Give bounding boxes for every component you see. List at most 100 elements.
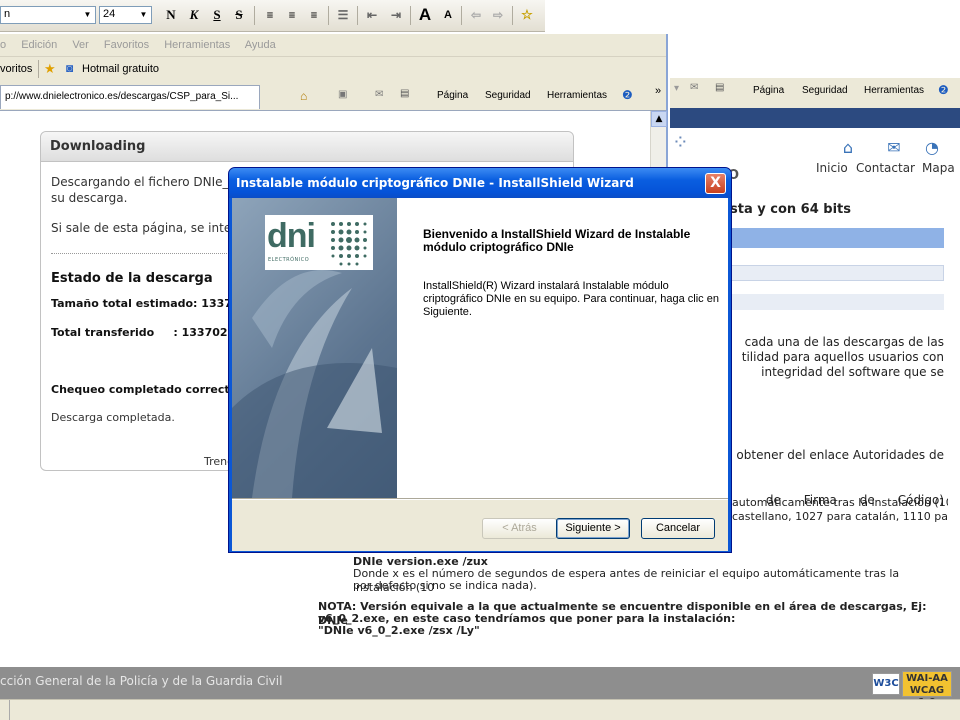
align-right-icon[interactable]: ≡ [304, 5, 324, 25]
tools-menu-right[interactable]: Herramientas [864, 85, 924, 96]
download-transferred: Total transferido : 1337023 [51, 326, 236, 339]
right-page-banner [670, 108, 960, 128]
star-icon[interactable]: ☆ [517, 5, 537, 25]
paragraph-2-line: obtener del enlace Autoridades de [736, 448, 944, 462]
dialog-content: Bienvenido a InstallShield Wizard de Ins… [397, 198, 728, 498]
dialog-separator [232, 498, 728, 500]
compass-icon[interactable]: ◔ [922, 138, 942, 157]
menu-item-tools[interactable]: Herramientas [164, 39, 230, 51]
download-line2: su descarga. [51, 191, 128, 205]
paragraph-3-line: automáticamente tras la instalación (10 [732, 496, 948, 509]
download-line3: Si sale de esta página, se inte [51, 221, 232, 235]
tab-url: p://www.dnielectronico.es/descargas/CSP_… [5, 91, 239, 102]
wai-aa-label: WAI-AA [906, 673, 948, 684]
print-icon[interactable]: ▤ [715, 82, 724, 93]
section-heading: sta y con 64 bits [730, 202, 851, 217]
add-favorite-star-icon[interactable]: ★ [44, 61, 56, 77]
menu-item-edit[interactable]: Edición [21, 39, 57, 51]
logo-text: dni [267, 217, 316, 255]
increase-indent-icon[interactable]: ⇥ [386, 5, 406, 25]
menu-item-favorites[interactable]: Favoritos [104, 39, 149, 51]
italic-button[interactable]: K [184, 5, 204, 25]
help-icon[interactable]: ❷ [938, 83, 949, 97]
grow-font-button[interactable]: A [415, 5, 435, 25]
cancel-button[interactable]: Cancelar [641, 518, 715, 539]
status-pane [0, 700, 10, 720]
welcome-heading: Bienvenido a InstallShield Wizard de Ins… [423, 227, 691, 254]
shrink-font-button[interactable]: A [438, 5, 458, 25]
toolbar-separator [38, 60, 39, 78]
note-line-3: "DNIe v6_0_2.exe /zsx /Ly" [318, 624, 480, 637]
font-size-value: 24 [103, 8, 116, 20]
download-line1: Descargando el fichero DNIe_V [51, 175, 237, 189]
mail-icon[interactable]: ✉ [690, 82, 698, 93]
chevron-down-icon[interactable]: ▼ [137, 8, 150, 22]
chevron-down-icon[interactable]: ▼ [81, 8, 94, 22]
paragraph-3: automáticamente tras la instalación (10 … [732, 496, 948, 524]
wai-aa-badge[interactable]: WAI-AA WCAG 1.0 [902, 671, 952, 708]
ie-tab-row: p://www.dnielectronico.es/descargas/CSP_… [0, 82, 666, 110]
next-button[interactable]: Siguiente > [556, 518, 630, 539]
section-bar-light [728, 265, 944, 281]
toolbar-separator [328, 6, 329, 25]
arrow-left-icon[interactable]: ⇦ [466, 5, 486, 25]
home-icon[interactable]: ⌂ [838, 138, 858, 157]
close-icon[interactable]: X [705, 173, 726, 194]
paragraph-1-line: integridad del software que se [761, 365, 944, 379]
underline-button[interactable]: S [207, 5, 227, 25]
scroll-up-icon[interactable]: ▲ [651, 111, 667, 127]
paragraph-1: cada una de las descargas de las tilidad… [732, 335, 944, 380]
back-button[interactable]: < Atrás [482, 518, 557, 539]
download-check: Chequeo completado correctan [51, 383, 245, 396]
tools-menu[interactable]: Herramientas [547, 90, 607, 101]
help-icon[interactable]: ❷ [622, 88, 633, 102]
installshield-dialog: Instalable módulo criptográfico DNIe - I… [228, 167, 732, 553]
dialog-title-bar[interactable]: Instalable módulo criptográfico DNIe - I… [229, 168, 731, 198]
chevron-down-icon[interactable]: ▾ [674, 83, 679, 94]
dnie-logo: dni ELECTRÓNICO [265, 215, 373, 270]
paragraph-3-line: castellano, 1027 para catalán, 1110 para [732, 510, 948, 523]
security-menu[interactable]: Seguridad [485, 90, 531, 101]
toolbar-separator [254, 6, 255, 25]
nav-mapa[interactable]: Mapa [922, 161, 955, 175]
page-menu-right[interactable]: Página [753, 85, 784, 96]
nav-inicio[interactable]: Inicio [816, 161, 848, 175]
strikethrough-button[interactable]: S [229, 5, 249, 25]
w3c-logo[interactable]: W3C [872, 673, 900, 695]
menu-item-help[interactable]: Ayuda [245, 39, 276, 51]
ie-menu-bar: o Edición Ver Favoritos Herramientas Ayu… [0, 34, 666, 56]
print-icon[interactable]: ▤ [400, 88, 409, 99]
security-menu-right[interactable]: Seguridad [802, 85, 848, 96]
favorites-label[interactable]: voritos [0, 63, 32, 75]
font-name-combo[interactable]: n ▼ [0, 6, 96, 24]
font-size-combo[interactable]: 24 ▼ [99, 6, 152, 24]
hotmail-link[interactable]: Hotmail gratuito [82, 63, 159, 75]
envelope-icon[interactable]: ✉ [884, 138, 904, 157]
bullet-list-icon[interactable]: ☰ [333, 5, 353, 25]
dialog-title: Instalable módulo criptográfico DNIe - I… [236, 176, 634, 190]
download-size: Tamaño total estimado: 13370 [51, 297, 240, 310]
page-footer: cción General de la Policía y de la Guar… [0, 667, 960, 708]
tab-dnielectronico[interactable]: p://www.dnielectronico.es/descargas/CSP_… [0, 85, 260, 109]
mail-icon[interactable]: ✉ [375, 89, 383, 100]
align-center-icon[interactable]: ≡ [282, 5, 302, 25]
home-icon[interactable]: ⌂ [300, 89, 307, 103]
nav-contactar[interactable]: Contactar [856, 161, 915, 175]
decrease-indent-icon[interactable]: ⇤ [362, 5, 382, 25]
menu-item-view[interactable]: Ver [72, 39, 89, 51]
page-menu[interactable]: Página [437, 90, 468, 101]
welcome-body: InstallShield(R) Wizard instalará Instal… [423, 280, 719, 318]
toolbar-separator [410, 6, 411, 25]
section-bar [728, 228, 944, 248]
align-left-icon[interactable]: ≡ [260, 5, 280, 25]
menu-item-file[interactable]: o [0, 39, 6, 51]
chevron-right-icon[interactable]: » [655, 85, 661, 97]
toolbar-separator [357, 6, 358, 25]
arrow-right-icon[interactable]: ⇨ [488, 5, 508, 25]
paragraph-1-line: tilidad para aquellos usuarios con [741, 350, 944, 364]
section-bar-light [728, 294, 944, 310]
bold-button[interactable]: N [161, 5, 181, 25]
paragraph-1-line: cada una de las descargas de las [744, 335, 944, 349]
rss-icon[interactable]: ▣ [338, 89, 347, 100]
logo-subtext: ELECTRÓNICO [268, 257, 310, 263]
